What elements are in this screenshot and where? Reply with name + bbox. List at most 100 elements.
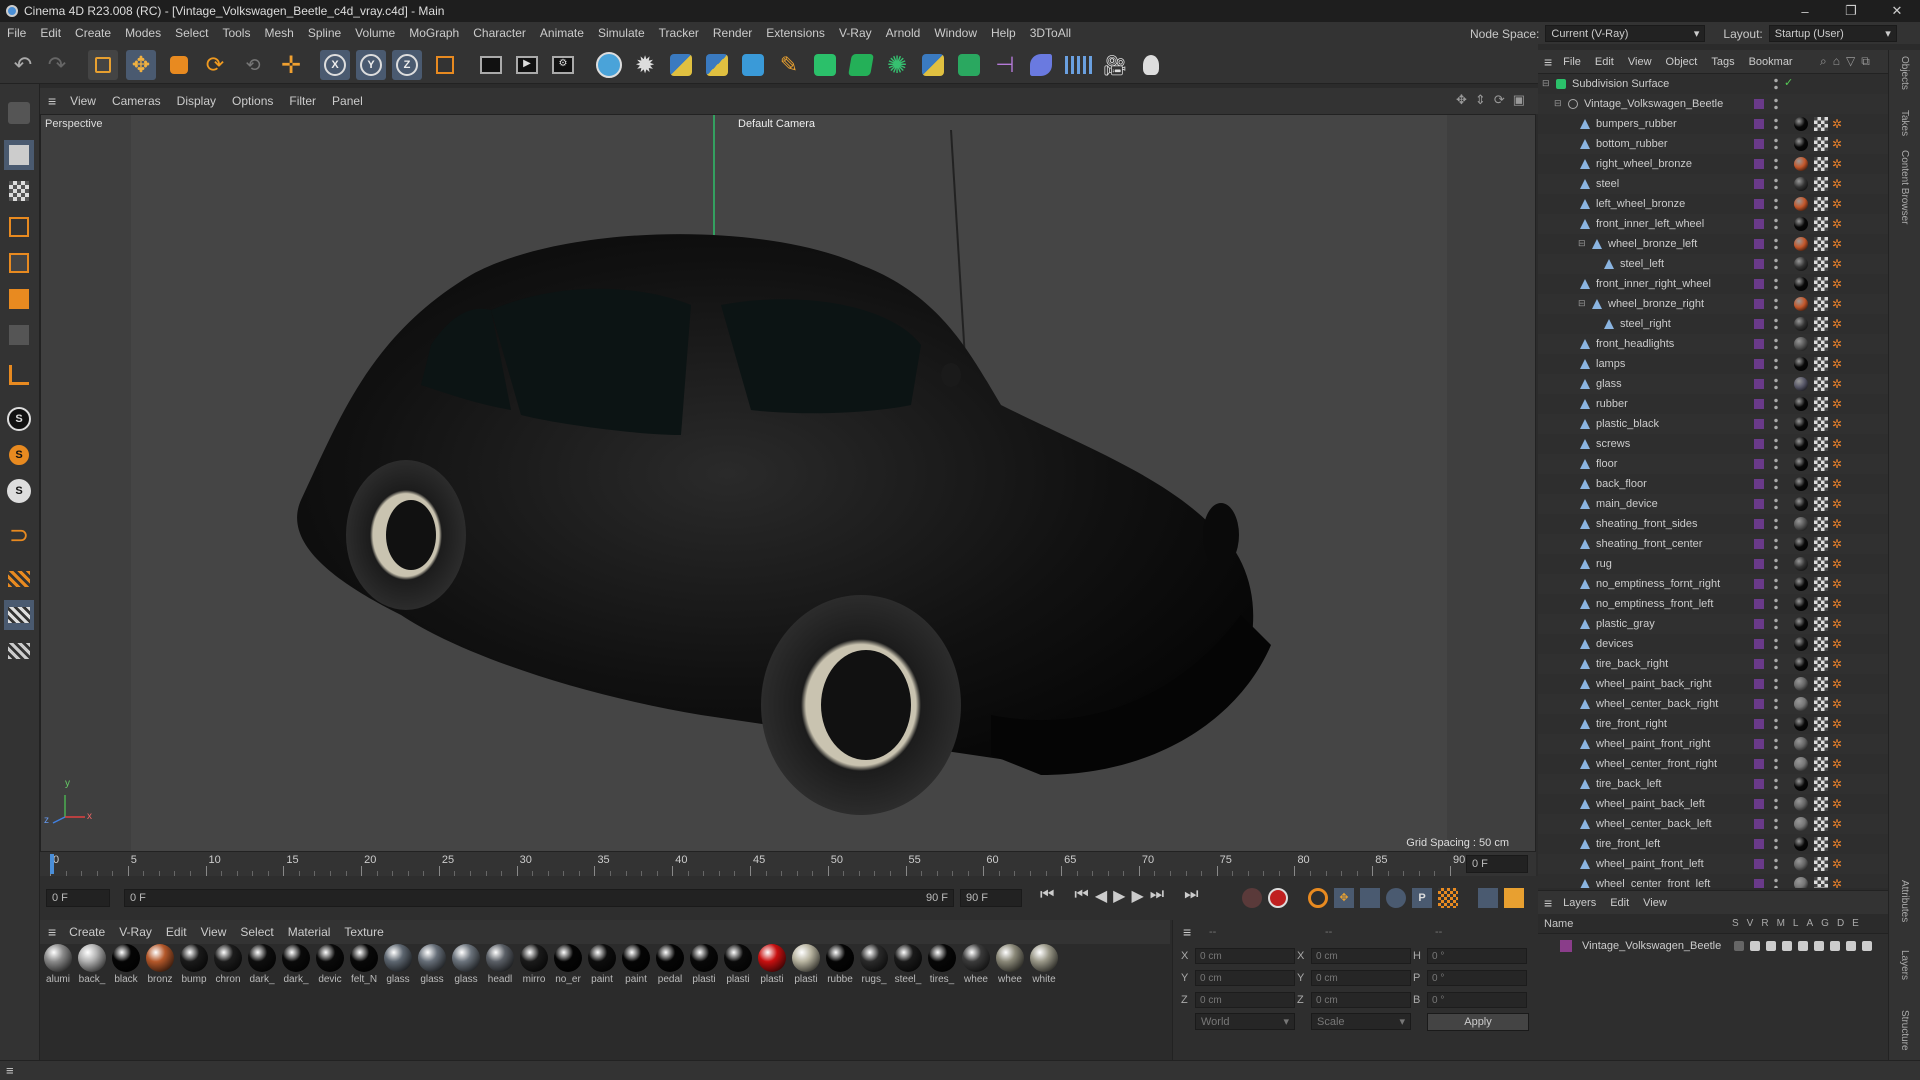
object-menu-view[interactable]: View <box>1621 56 1659 68</box>
current-frame-field[interactable]: 0 F <box>1466 855 1528 873</box>
material-swatch[interactable]: dark_ <box>280 944 312 985</box>
object-row[interactable]: steel_left ✲ <box>1538 254 1888 274</box>
menu-volume[interactable]: Volume <box>348 26 402 40</box>
texture-tag-icon[interactable] <box>1814 657 1828 671</box>
layer-color-swatch[interactable] <box>1754 719 1764 729</box>
side-tab-takes[interactable]: Takes <box>1899 110 1910 136</box>
object-row[interactable]: steel ✲ <box>1538 174 1888 194</box>
object-row[interactable]: front_inner_right_wheel ✲ <box>1538 274 1888 294</box>
points-mode-button[interactable] <box>4 212 34 242</box>
material-tag-icon[interactable] <box>1794 257 1808 271</box>
texture-tag-icon[interactable] <box>1814 117 1828 131</box>
visibility-dots-icon[interactable] <box>1774 117 1778 131</box>
python-script-button[interactable] <box>666 50 696 80</box>
vray-tag-icon[interactable]: ✲ <box>1832 698 1844 710</box>
next-frame-icon[interactable]: ▶ <box>1131 886 1143 906</box>
generators-icon[interactable] <box>1830 941 1840 951</box>
material-tag-icon[interactable] <box>1794 317 1808 331</box>
object-row[interactable]: main_device ✲ <box>1538 494 1888 514</box>
visibility-dots-icon[interactable] <box>1774 157 1778 171</box>
material-swatch[interactable]: rubbe <box>824 944 856 985</box>
object-row[interactable]: no_emptiness_front_left ✲ <box>1538 594 1888 614</box>
render-icon[interactable] <box>1766 941 1776 951</box>
mograph-cloner-button[interactable]: ✺ <box>882 50 912 80</box>
viewport-menu-view[interactable]: View <box>62 94 104 108</box>
material-tag-icon[interactable] <box>1794 337 1808 351</box>
object-row[interactable]: plastic_gray ✲ <box>1538 614 1888 634</box>
texture-tag-icon[interactable] <box>1814 757 1828 771</box>
object-row[interactable]: wheel_paint_front_left ✲ <box>1538 854 1888 874</box>
object-row[interactable]: ⊟ Vintage_Volkswagen_Beetle <box>1538 94 1888 114</box>
menu-character[interactable]: Character <box>466 26 533 40</box>
texture-tag-icon[interactable] <box>1814 697 1828 711</box>
visibility-dots-icon[interactable] <box>1774 757 1778 771</box>
model-mode-button[interactable] <box>4 140 34 170</box>
solo-icon[interactable] <box>1734 941 1744 951</box>
material-tag-icon[interactable] <box>1794 377 1808 391</box>
vray-tag-icon[interactable]: ✲ <box>1832 758 1844 770</box>
vray-tag-icon[interactable]: ✲ <box>1832 618 1844 630</box>
object-row[interactable]: ⊟ wheel_bronze_left ✲ <box>1538 234 1888 254</box>
texture-tag-icon[interactable] <box>1814 517 1828 531</box>
visibility-dots-icon[interactable] <box>1774 337 1778 351</box>
layer-color-swatch[interactable] <box>1754 399 1764 409</box>
material-tag-icon[interactable] <box>1794 277 1808 291</box>
lock-icon[interactable] <box>1798 941 1808 951</box>
texture-tag-icon[interactable] <box>1814 497 1828 511</box>
menu-extensions[interactable]: Extensions <box>759 26 832 40</box>
vray-tag-icon[interactable]: ✲ <box>1832 838 1844 850</box>
layer-color-swatch[interactable] <box>1754 319 1764 329</box>
vray-tag-icon[interactable]: ✲ <box>1832 558 1844 570</box>
menu-mograph[interactable]: MoGraph <box>402 26 466 40</box>
layer-color-swatch[interactable] <box>1754 879 1764 888</box>
vray-tag-icon[interactable]: ✲ <box>1832 298 1844 310</box>
key-parameter-icon[interactable]: P <box>1412 888 1432 908</box>
layer-color-swatch[interactable] <box>1754 119 1764 129</box>
visibility-dots-icon[interactable] <box>1774 377 1778 391</box>
layer-color-swatch[interactable] <box>1754 139 1764 149</box>
object-row[interactable]: wheel_paint_front_right ✲ <box>1538 734 1888 754</box>
layout-dropdown[interactable]: Startup (User) ▾ <box>1768 25 1897 42</box>
material-tag-icon[interactable] <box>1794 597 1808 611</box>
vray-tag-icon[interactable]: ✲ <box>1832 538 1844 550</box>
cube-primitive-button[interactable] <box>738 50 768 80</box>
enabled-check-icon[interactable]: ✓ <box>1784 76 1793 89</box>
material-menu-edit[interactable]: Edit <box>159 925 194 939</box>
object-menu-file[interactable]: File <box>1556 56 1588 68</box>
vray-tag-icon[interactable]: ✲ <box>1832 118 1844 130</box>
menu-v-ray[interactable]: V-Ray <box>832 26 879 40</box>
layer-menu-edit[interactable]: Edit <box>1603 897 1636 909</box>
object-row[interactable]: sheating_front_center ✲ <box>1538 534 1888 554</box>
menu-arnold[interactable]: Arnold <box>879 26 928 40</box>
object-row[interactable]: floor ✲ <box>1538 454 1888 474</box>
texture-tag-icon[interactable] <box>1814 817 1828 831</box>
material-tag-icon[interactable] <box>1794 297 1808 311</box>
menu-edit[interactable]: Edit <box>33 26 68 40</box>
visibility-dots-icon[interactable] <box>1774 617 1778 631</box>
vray-tag-icon[interactable]: ✲ <box>1832 478 1844 490</box>
object-row[interactable]: tire_front_right ✲ <box>1538 714 1888 734</box>
object-row[interactable]: front_headlights ✲ <box>1538 334 1888 354</box>
texture-tag-icon[interactable] <box>1814 197 1828 211</box>
layer-color-swatch[interactable] <box>1754 859 1764 869</box>
layer-color-swatch[interactable] <box>1754 839 1764 849</box>
layer-color-swatch[interactable] <box>1754 679 1764 689</box>
vray-tag-icon[interactable]: ✲ <box>1832 358 1844 370</box>
autokey-icon[interactable] <box>1308 888 1328 908</box>
vray-tag-icon[interactable]: ✲ <box>1832 158 1844 170</box>
layer-color-swatch[interactable] <box>1754 259 1764 269</box>
light-button[interactable] <box>1136 50 1166 80</box>
object-row[interactable]: bumpers_rubber ✲ <box>1538 114 1888 134</box>
rotate-tool-button[interactable]: ⟳ <box>200 50 230 80</box>
object-row[interactable]: steel_right ✲ <box>1538 314 1888 334</box>
material-swatch[interactable]: black <box>110 944 142 985</box>
viewport-menu-cameras[interactable]: Cameras <box>104 94 169 108</box>
deformer-button[interactable]: ⊣ <box>990 50 1020 80</box>
material-menu-material[interactable]: Material <box>281 925 338 939</box>
side-tab-layers[interactable]: Layers <box>1899 950 1910 980</box>
layer-color-swatch[interactable] <box>1754 479 1764 489</box>
menu-simulate[interactable]: Simulate <box>591 26 652 40</box>
material-swatch[interactable]: whee <box>994 944 1026 985</box>
move-view-icon[interactable]: ✥ <box>1456 92 1467 108</box>
material-tag-icon[interactable] <box>1794 797 1808 811</box>
